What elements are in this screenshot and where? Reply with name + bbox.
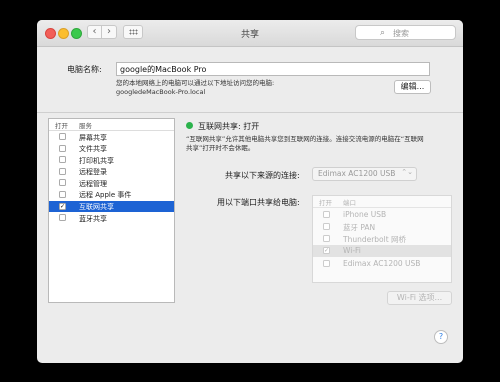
divider [37,112,463,113]
port-row[interactable]: iPhone USB [313,208,451,220]
wifi-options-button[interactable]: Wi-Fi 选项... [387,291,452,305]
checkbox[interactable] [323,235,330,243]
checkmark-icon: ✓ [324,247,330,255]
checkbox[interactable]: ✓ [59,202,66,210]
col-service: 服务 [79,122,92,130]
service-row[interactable]: 屏幕共享 [49,131,174,143]
address-hint: 您的本地网络上的电脑可以通过以下地址访问您的电脑: [116,79,275,87]
search-icon: ⌕ [380,28,386,38]
service-label: 互联网共享 [79,203,114,212]
port-row[interactable]: Thunderbolt 网桥 [313,233,451,245]
checkbox[interactable] [59,156,66,164]
checkbox[interactable] [59,167,66,175]
computer-name-field[interactable]: google的MacBook Pro [116,62,430,76]
checkmark-icon: ✓ [60,202,66,210]
service-label: 屏幕共享 [79,133,107,142]
updown-chevron-icon: ⌃⌄ [401,168,413,176]
port-col-on: 打开 [319,199,332,207]
service-row[interactable]: 远程 Apple 事件 [49,189,174,201]
checkbox[interactable]: ✓ [323,247,330,255]
share-from-popup[interactable]: Edimax AC1200 USB ⌃⌄ [312,167,417,181]
title-bar: ‹ › 共享 ⌕ 搜索 [37,20,463,47]
status-indicator [186,122,193,129]
help-button[interactable]: ? [434,330,448,344]
service-label: 蓝牙共享 [79,214,107,223]
service-description-1: “互联网共享”允许其他电脑共享您到互联网的连接。连接交流电源的电脑在“互联网 [186,135,424,143]
service-label: 远程 Apple 事件 [79,191,132,200]
checkbox[interactable] [323,259,330,267]
service-row[interactable]: 打印机共享 [49,154,174,166]
checkbox[interactable] [323,222,330,230]
port-label: Thunderbolt 网桥 [343,235,407,245]
checkbox[interactable] [59,190,66,198]
port-label: iPhone USB [343,209,387,219]
edit-button[interactable]: 编辑... [394,80,431,94]
checkbox[interactable] [59,179,66,187]
share-from-label: 共享以下来源的连接: [225,171,300,180]
service-row[interactable]: ✓ 互联网共享 [49,200,174,213]
port-row[interactable]: 蓝牙 PAN [313,220,451,232]
port-label: Edimax AC1200 USB [343,258,421,268]
search-field[interactable]: ⌕ 搜索 [355,25,456,40]
checkbox[interactable] [59,144,66,152]
local-address: googledeMacBook-Pro.local [116,88,206,96]
port-row[interactable]: Edimax AC1200 USB [313,257,451,269]
port-label: Wi-Fi [343,246,361,256]
checkbox[interactable] [323,210,330,218]
service-label: 打印机共享 [79,156,114,165]
service-label: 远程登录 [79,168,107,177]
service-label: 文件共享 [79,145,107,154]
service-list-header: 打开 服务 [49,119,174,131]
service-status: 互联网共享: 打开 [198,122,260,131]
port-label: 蓝牙 PAN [343,222,376,232]
sharing-window: ‹ › 共享 ⌕ 搜索 电脑名称: google的MacBook Pro 您的本… [37,20,463,363]
to-ports-label: 用以下端口共享给电脑: [217,198,300,207]
service-row[interactable]: 远程管理 [49,177,174,189]
service-row[interactable]: 蓝牙共享 [49,212,174,224]
port-col-port: 端口 [343,199,356,207]
port-row[interactable]: ✓ Wi-Fi [313,244,451,258]
share-from-value: Edimax AC1200 USB [318,169,396,178]
computer-name-label: 电脑名称: [67,65,102,74]
service-row[interactable]: 文件共享 [49,143,174,155]
service-list: 打开 服务 屏幕共享文件共享打印机共享远程登录远程管理远程 Apple 事件 ✓ 互… [48,118,175,303]
search-placeholder: 搜索 [393,29,409,38]
checkbox[interactable] [59,214,66,222]
checkbox[interactable] [59,133,66,140]
service-row[interactable]: 远程登录 [49,166,174,178]
service-description-2: 共享”打开时不会休眠。 [186,144,255,152]
port-list-header: 打开 端口 [313,196,451,208]
col-on: 打开 [55,122,68,130]
port-list: 打开 端口 iPhone USB 蓝牙 PAN Thunderbolt 网桥 ✓ Wi-… [312,195,452,283]
service-label: 远程管理 [79,179,107,188]
